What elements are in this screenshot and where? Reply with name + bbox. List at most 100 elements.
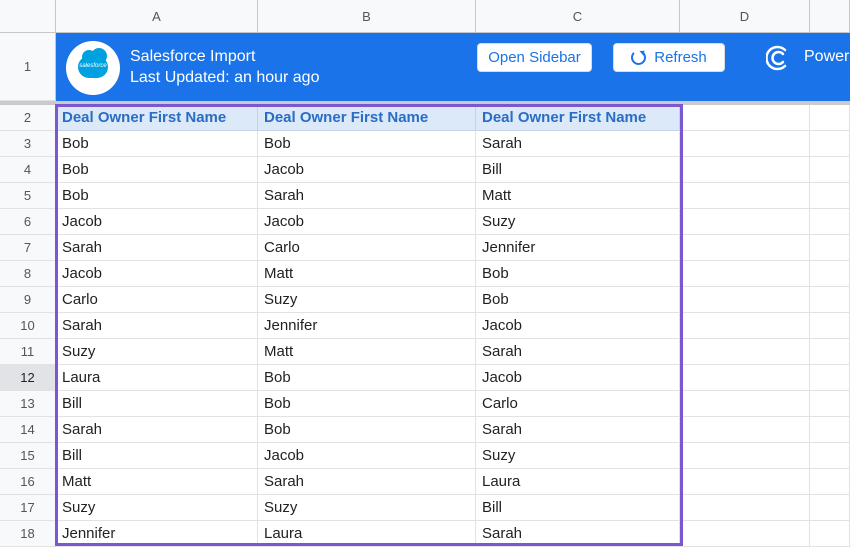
table-cell[interactable]: Sarah xyxy=(56,417,258,443)
table-cell[interactable]: Sarah xyxy=(258,469,476,495)
empty-cell[interactable] xyxy=(680,105,810,131)
table-cell[interactable]: Suzy xyxy=(476,209,680,235)
table-cell[interactable]: Jacob xyxy=(476,313,680,339)
row-header-18[interactable]: 18 xyxy=(0,521,56,547)
empty-cell[interactable] xyxy=(680,261,810,287)
row-header-17[interactable]: 17 xyxy=(0,495,56,521)
row-header-9[interactable]: 9 xyxy=(0,287,56,313)
empty-cell[interactable] xyxy=(810,521,850,547)
empty-cell[interactable] xyxy=(810,391,850,417)
table-cell[interactable]: Jennifer xyxy=(56,521,258,547)
table-cell[interactable]: Matt xyxy=(258,339,476,365)
empty-cell[interactable] xyxy=(810,287,850,313)
table-cell[interactable]: Suzy xyxy=(258,287,476,313)
empty-cell[interactable] xyxy=(810,183,850,209)
table-cell[interactable]: Bill xyxy=(476,495,680,521)
row-header-16[interactable]: 16 xyxy=(0,469,56,495)
select-all-corner[interactable] xyxy=(0,0,56,33)
row-header-15[interactable]: 15 xyxy=(0,443,56,469)
header-cell[interactable]: Deal Owner First Name xyxy=(56,105,258,131)
row-header-12[interactable]: 12 xyxy=(0,365,56,391)
empty-cell[interactable] xyxy=(680,443,810,469)
row-header-6[interactable]: 6 xyxy=(0,209,56,235)
table-cell[interactable]: Suzy xyxy=(56,495,258,521)
empty-cell[interactable] xyxy=(680,339,810,365)
empty-cell[interactable] xyxy=(680,365,810,391)
table-cell[interactable]: Bob xyxy=(258,365,476,391)
header-cell[interactable]: Deal Owner First Name xyxy=(258,105,476,131)
column-header-c[interactable]: C xyxy=(476,0,680,33)
empty-cell[interactable] xyxy=(680,183,810,209)
row-header-5[interactable]: 5 xyxy=(0,183,56,209)
empty-cell[interactable] xyxy=(680,313,810,339)
table-cell[interactable]: Jennifer xyxy=(476,235,680,261)
table-cell[interactable]: Jacob xyxy=(258,157,476,183)
table-cell[interactable]: Bill xyxy=(56,443,258,469)
table-cell[interactable]: Carlo xyxy=(476,391,680,417)
refresh-button[interactable]: Refresh xyxy=(613,43,725,72)
table-cell[interactable]: Suzy xyxy=(258,495,476,521)
table-cell[interactable]: Sarah xyxy=(476,131,680,157)
empty-cell[interactable] xyxy=(680,495,810,521)
column-header-d[interactable]: D xyxy=(680,0,810,33)
table-cell[interactable]: Suzy xyxy=(56,339,258,365)
empty-cell[interactable] xyxy=(810,365,850,391)
power-label[interactable]: Power xyxy=(804,48,849,66)
table-cell[interactable]: Bill xyxy=(56,391,258,417)
open-sidebar-button[interactable]: Open Sidebar xyxy=(477,43,592,72)
table-cell[interactable]: Jennifer xyxy=(258,313,476,339)
table-cell[interactable]: Sarah xyxy=(476,521,680,547)
empty-cell[interactable] xyxy=(680,157,810,183)
empty-cell[interactable] xyxy=(810,495,850,521)
empty-cell[interactable] xyxy=(680,469,810,495)
table-cell[interactable]: Jacob xyxy=(56,209,258,235)
column-header-b[interactable]: B xyxy=(258,0,476,33)
table-cell[interactable]: Carlo xyxy=(56,287,258,313)
table-cell[interactable]: Sarah xyxy=(56,313,258,339)
row-header-13[interactable]: 13 xyxy=(0,391,56,417)
row-header-11[interactable]: 11 xyxy=(0,339,56,365)
table-cell[interactable]: Bob xyxy=(258,131,476,157)
empty-cell[interactable] xyxy=(810,157,850,183)
table-cell[interactable]: Bob xyxy=(56,157,258,183)
table-cell[interactable]: Sarah xyxy=(476,339,680,365)
table-cell[interactable]: Bob xyxy=(258,417,476,443)
table-cell[interactable]: Matt xyxy=(476,183,680,209)
header-cell[interactable]: Deal Owner First Name xyxy=(476,105,680,131)
empty-cell[interactable] xyxy=(810,235,850,261)
table-cell[interactable]: Jacob xyxy=(258,443,476,469)
empty-cell[interactable] xyxy=(810,313,850,339)
row-header-3[interactable]: 3 xyxy=(0,131,56,157)
row-header-2[interactable]: 2 xyxy=(0,105,56,131)
table-cell[interactable]: Bill xyxy=(476,157,680,183)
empty-cell[interactable] xyxy=(810,339,850,365)
empty-cell[interactable] xyxy=(810,417,850,443)
table-cell[interactable]: Bob xyxy=(56,131,258,157)
empty-cell[interactable] xyxy=(680,391,810,417)
row-header-7[interactable]: 7 xyxy=(0,235,56,261)
row-header-4[interactable]: 4 xyxy=(0,157,56,183)
empty-cell[interactable] xyxy=(810,469,850,495)
empty-cell[interactable] xyxy=(680,131,810,157)
empty-cell[interactable] xyxy=(680,235,810,261)
empty-cell[interactable] xyxy=(810,209,850,235)
table-cell[interactable]: Laura xyxy=(476,469,680,495)
table-cell[interactable]: Carlo xyxy=(258,235,476,261)
column-header-a[interactable]: A xyxy=(56,0,258,33)
table-cell[interactable]: Bob xyxy=(476,261,680,287)
empty-cell[interactable] xyxy=(810,443,850,469)
empty-cell[interactable] xyxy=(680,287,810,313)
column-header-e[interactable] xyxy=(810,0,850,33)
row-header-1[interactable]: 1 xyxy=(0,33,56,101)
table-cell[interactable]: Laura xyxy=(258,521,476,547)
table-cell[interactable]: Bob xyxy=(476,287,680,313)
row-header-14[interactable]: 14 xyxy=(0,417,56,443)
table-cell[interactable]: Jacob xyxy=(258,209,476,235)
table-cell[interactable]: Suzy xyxy=(476,443,680,469)
empty-cell[interactable] xyxy=(810,261,850,287)
table-cell[interactable]: Bob xyxy=(56,183,258,209)
row-header-8[interactable]: 8 xyxy=(0,261,56,287)
table-cell[interactable]: Laura xyxy=(56,365,258,391)
table-cell[interactable]: Jacob xyxy=(476,365,680,391)
table-cell[interactable]: Sarah xyxy=(258,183,476,209)
